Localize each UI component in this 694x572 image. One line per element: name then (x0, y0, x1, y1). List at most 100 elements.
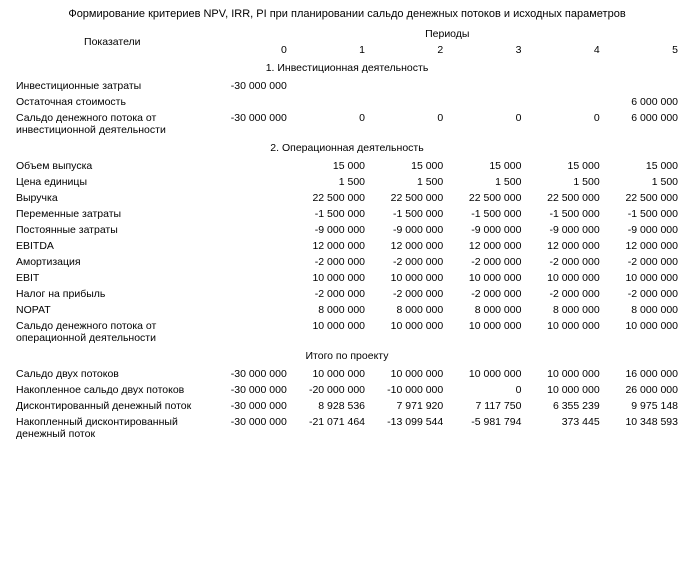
cell-value: -30 000 000 (213, 78, 291, 94)
cell-value (369, 94, 447, 110)
table-row: Инвестиционные затраты-30 000 000 (12, 78, 682, 94)
cell-value: 8 000 000 (447, 302, 525, 318)
cell-value: -30 000 000 (213, 414, 291, 442)
table-row: NOPAT8 000 0008 000 0008 000 0008 000 00… (12, 302, 682, 318)
col-1: 1 (291, 42, 369, 58)
cell-value (213, 270, 291, 286)
col-0: 0 (213, 42, 291, 58)
cell-value (369, 78, 447, 94)
row-label: Сальдо двух потоков (12, 366, 213, 382)
cell-value: 26 000 000 (604, 382, 682, 398)
cell-value: 12 000 000 (447, 238, 525, 254)
cell-value: 12 000 000 (369, 238, 447, 254)
cell-value: -1 500 000 (369, 206, 447, 222)
cell-value: 10 000 000 (447, 366, 525, 382)
row-label: Амортизация (12, 254, 213, 270)
cell-value: 10 000 000 (604, 270, 682, 286)
row-label: Инвестиционные затраты (12, 78, 213, 94)
cell-value: 7 117 750 (447, 398, 525, 414)
cell-value: 0 (291, 110, 369, 138)
cell-value: 1 500 (447, 174, 525, 190)
cell-value: 10 000 000 (525, 270, 603, 286)
cell-value: 15 000 (604, 158, 682, 174)
cell-value: 10 000 000 (604, 318, 682, 346)
cell-value: 10 000 000 (291, 366, 369, 382)
cell-value: -2 000 000 (525, 254, 603, 270)
cell-value (604, 78, 682, 94)
cell-value: 22 500 000 (291, 190, 369, 206)
cell-value: -20 000 000 (291, 382, 369, 398)
row-label: NOPAT (12, 302, 213, 318)
cell-value: -2 000 000 (447, 254, 525, 270)
cell-value: -2 000 000 (604, 286, 682, 302)
cell-value: 15 000 (291, 158, 369, 174)
cell-value: 22 500 000 (525, 190, 603, 206)
col-2: 2 (369, 42, 447, 58)
cell-value: 0 (447, 110, 525, 138)
row-label: Сальдо денежного потока от операционной … (12, 318, 213, 346)
cell-value (213, 190, 291, 206)
cell-value: 8 928 536 (291, 398, 369, 414)
cell-value: 10 000 000 (369, 366, 447, 382)
cell-value: 0 (447, 382, 525, 398)
cell-value: -2 000 000 (291, 254, 369, 270)
cell-value: -1 500 000 (525, 206, 603, 222)
cell-value: -2 000 000 (291, 286, 369, 302)
cell-value: 15 000 (447, 158, 525, 174)
cell-value (213, 206, 291, 222)
table-row: Сальдо двух потоков-30 000 00010 000 000… (12, 366, 682, 382)
row-label: Накопленное сальдо двух потоков (12, 382, 213, 398)
cell-value: 10 000 000 (369, 318, 447, 346)
cell-value: 9 975 148 (604, 398, 682, 414)
section2-heading: 2. Операционная деятельность (12, 138, 682, 158)
financial-table: Показатели Периоды 0 1 2 3 4 5 1. Инвест… (12, 26, 682, 442)
cell-value: 12 000 000 (525, 238, 603, 254)
cell-value: 10 000 000 (447, 318, 525, 346)
cell-value: 12 000 000 (291, 238, 369, 254)
cell-value: 1 500 (291, 174, 369, 190)
table-row: Постоянные затраты-9 000 000-9 000 000-9… (12, 222, 682, 238)
row-label: Накопленный дисконтированный денежный по… (12, 414, 213, 442)
cell-value: -5 981 794 (447, 414, 525, 442)
cell-value: -10 000 000 (369, 382, 447, 398)
cell-value: 15 000 (525, 158, 603, 174)
table-row: Сальдо денежного потока от инвестиционно… (12, 110, 682, 138)
cell-value: 8 000 000 (291, 302, 369, 318)
col-3: 3 (447, 42, 525, 58)
row-label: EBIT (12, 270, 213, 286)
cell-value (447, 94, 525, 110)
cell-value: -1 500 000 (291, 206, 369, 222)
cell-value: -2 000 000 (604, 254, 682, 270)
cell-value: 0 (369, 110, 447, 138)
row-label: Дисконтированный денежный поток (12, 398, 213, 414)
cell-value (213, 318, 291, 346)
cell-value (525, 94, 603, 110)
cell-value (525, 78, 603, 94)
cell-value: -9 000 000 (447, 222, 525, 238)
row-label: Объем выпуска (12, 158, 213, 174)
cell-value: 8 000 000 (604, 302, 682, 318)
col-5: 5 (604, 42, 682, 58)
cell-value: 10 000 000 (291, 318, 369, 346)
table-row: Налог на прибыль-2 000 000-2 000 000-2 0… (12, 286, 682, 302)
cell-value: 12 000 000 (604, 238, 682, 254)
cell-value: 1 500 (369, 174, 447, 190)
cell-value: 1 500 (604, 174, 682, 190)
row-label: Сальдо денежного потока от инвестиционно… (12, 110, 213, 138)
cell-value: 6 000 000 (604, 94, 682, 110)
cell-value: 7 971 920 (369, 398, 447, 414)
row-label: Налог на прибыль (12, 286, 213, 302)
row-label: Постоянные затраты (12, 222, 213, 238)
cell-value: -21 071 464 (291, 414, 369, 442)
row-label: Остаточная стоимость (12, 94, 213, 110)
col-4: 4 (525, 42, 603, 58)
cell-value: 8 000 000 (525, 302, 603, 318)
row-label: Цена единицы (12, 174, 213, 190)
table-row: EBIT10 000 00010 000 00010 000 00010 000… (12, 270, 682, 286)
cell-value: -9 000 000 (525, 222, 603, 238)
cell-value: -2 000 000 (369, 286, 447, 302)
cell-value (213, 238, 291, 254)
header-periods: Периоды (213, 26, 682, 42)
cell-value (213, 174, 291, 190)
section1-heading: 1. Инвестиционная деятельность (12, 58, 682, 78)
